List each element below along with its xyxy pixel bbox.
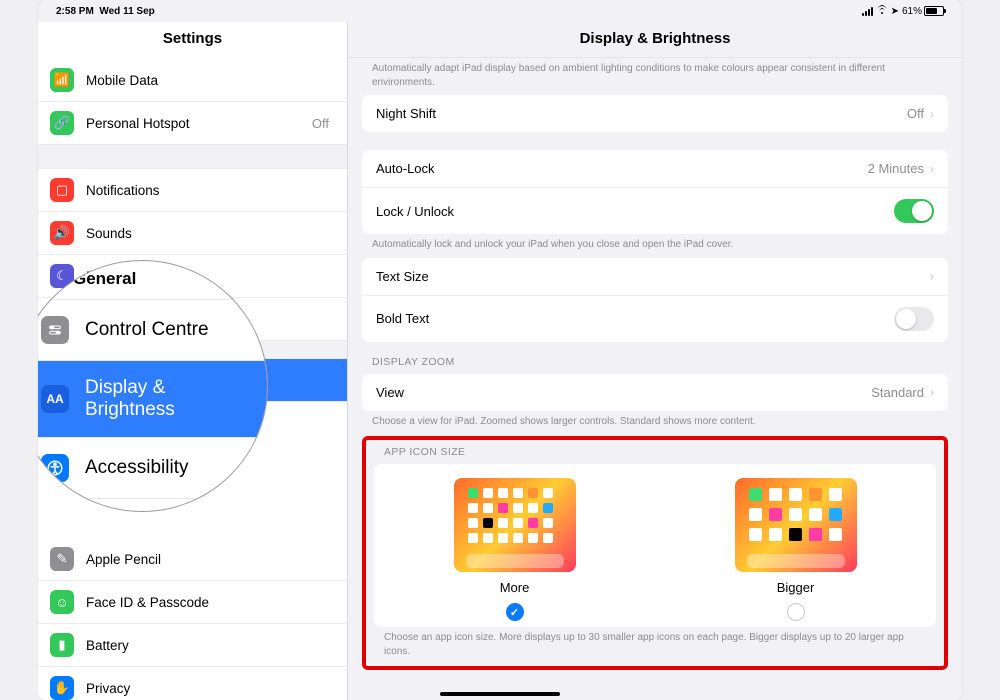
hand-icon: ✋ xyxy=(50,676,74,700)
battery-icon: ▮ xyxy=(50,633,74,657)
link-icon: 🔗 xyxy=(50,111,74,135)
row-label: Night Shift xyxy=(376,106,436,121)
bold-text-toggle[interactable] xyxy=(894,307,934,331)
chevron-right-icon: › xyxy=(930,269,934,283)
lock-unlock-caption: Automatically lock and unlock your iPad … xyxy=(362,234,948,258)
sidebar-item-label: Privacy xyxy=(86,681,130,696)
location-icon: ➤ xyxy=(891,6,899,17)
row-label: View xyxy=(376,385,404,400)
chevron-right-icon: › xyxy=(930,385,934,399)
wifi-icon xyxy=(876,5,888,18)
sidebar-item-label: Mobile Data xyxy=(86,73,158,88)
sidebar-item-battery[interactable]: ▮ Battery xyxy=(38,624,347,667)
row-lock-unlock[interactable]: Lock / Unlock xyxy=(362,187,948,234)
status-bar: 2:58 PM Wed 11 Sep ➤ 61% xyxy=(38,0,962,22)
antenna-icon: 📶 xyxy=(50,68,74,92)
row-night-shift[interactable]: Night Shift Off › xyxy=(362,95,948,132)
app-icon-size-header: APP ICON SIZE xyxy=(374,442,936,464)
row-bold-text[interactable]: Bold Text xyxy=(362,295,948,342)
display-zoom-header: DISPLAY ZOOM xyxy=(362,342,948,374)
sidebar-item-face-id[interactable]: ☺ Face ID & Passcode xyxy=(38,581,347,624)
app-icon-caption: Choose an app icon size. More displays u… xyxy=(374,627,936,660)
lock-unlock-toggle[interactable] xyxy=(894,199,934,223)
annotation-highilight-box: APP ICON SIZE xyxy=(362,436,948,670)
sidebar-item-notifications[interactable]: ▢ Notifications xyxy=(38,169,347,212)
row-auto-lock[interactable]: Auto-Lock 2 Minutes › xyxy=(362,150,948,187)
zoom-control-centre[interactable]: Control Centre xyxy=(38,300,267,361)
row-text-size[interactable]: Text Size › xyxy=(362,258,948,295)
battery-percent: 61% xyxy=(902,6,922,17)
sidebar-item-label: Notifications xyxy=(86,183,160,198)
choice-label: Bigger xyxy=(777,580,815,595)
view-caption: Choose a view for iPad. Zoomed shows lar… xyxy=(362,411,948,435)
radio-more[interactable] xyxy=(506,603,524,621)
status-date: Wed 11 Sep xyxy=(99,6,154,17)
toggles-icon xyxy=(41,316,69,344)
more-preview-thumb xyxy=(454,478,576,572)
row-value: Standard xyxy=(871,385,924,400)
row-label: Bold Text xyxy=(376,311,429,326)
sidebar-item-label: Apple Pencil xyxy=(86,552,161,567)
face-id-icon: ☺ xyxy=(50,590,74,614)
sidebar-item-label: Sounds xyxy=(86,226,132,241)
sidebar-item-label: Face ID & Passcode xyxy=(86,595,209,610)
bigger-preview-thumb xyxy=(735,478,857,572)
choice-label: More xyxy=(500,580,530,595)
row-label: Auto-Lock xyxy=(376,161,435,176)
sidebar-item-mobile-data[interactable]: 📶 Mobile Data xyxy=(38,59,347,102)
row-value: 2 Minutes xyxy=(868,161,924,176)
row-value: Off xyxy=(907,106,924,121)
radio-bigger[interactable] xyxy=(787,603,805,621)
content-panel: Display & Brightness Automatically adapt… xyxy=(348,22,962,700)
zoom-display-brightness[interactable]: AA Display & Brightness xyxy=(38,361,267,438)
zoom-row-label: Display & Brightness xyxy=(85,377,253,421)
chevron-right-icon: › xyxy=(930,107,934,121)
battery-indicator: 61% xyxy=(902,6,944,17)
sidebar-item-personal-hotspot[interactable]: 🔗 Personal Hotspot Off xyxy=(38,102,347,145)
sidebar-item-label: Personal Hotspot xyxy=(86,116,190,131)
chevron-right-icon: › xyxy=(930,162,934,176)
text-size-icon: AA xyxy=(41,385,69,413)
row-label: Text Size xyxy=(376,269,429,284)
status-time: 2:58 PM xyxy=(56,6,94,17)
row-view[interactable]: View Standard › xyxy=(362,374,948,411)
zoom-row-label: Accessibility xyxy=(85,457,188,479)
speaker-icon: 🔊 xyxy=(50,221,74,245)
sidebar-title: Settings xyxy=(38,22,347,59)
cellular-signal-icon xyxy=(862,7,873,16)
app-icon-option-more[interactable]: More xyxy=(454,478,576,621)
page-title: Display & Brightness xyxy=(348,22,962,58)
sidebar-item-apple-pencil[interactable]: ✎ Apple Pencil xyxy=(38,538,347,581)
sidebar-item-label: Battery xyxy=(86,638,129,653)
zoom-row-label: Control Centre xyxy=(85,319,209,341)
pencil-icon: ✎ xyxy=(50,547,74,571)
home-indicator[interactable] xyxy=(440,692,560,696)
true-tone-caption: Automatically adapt iPad display based o… xyxy=(362,58,948,95)
row-label: Lock / Unlock xyxy=(376,204,454,219)
notifications-icon: ▢ xyxy=(50,178,74,202)
sidebar-item-privacy[interactable]: ✋ Privacy xyxy=(38,667,347,700)
app-icon-option-bigger[interactable]: Bigger xyxy=(735,478,857,621)
sidebar-item-value: Off xyxy=(312,116,329,131)
sidebar-item-sounds[interactable]: 🔊 Sounds xyxy=(38,212,347,255)
